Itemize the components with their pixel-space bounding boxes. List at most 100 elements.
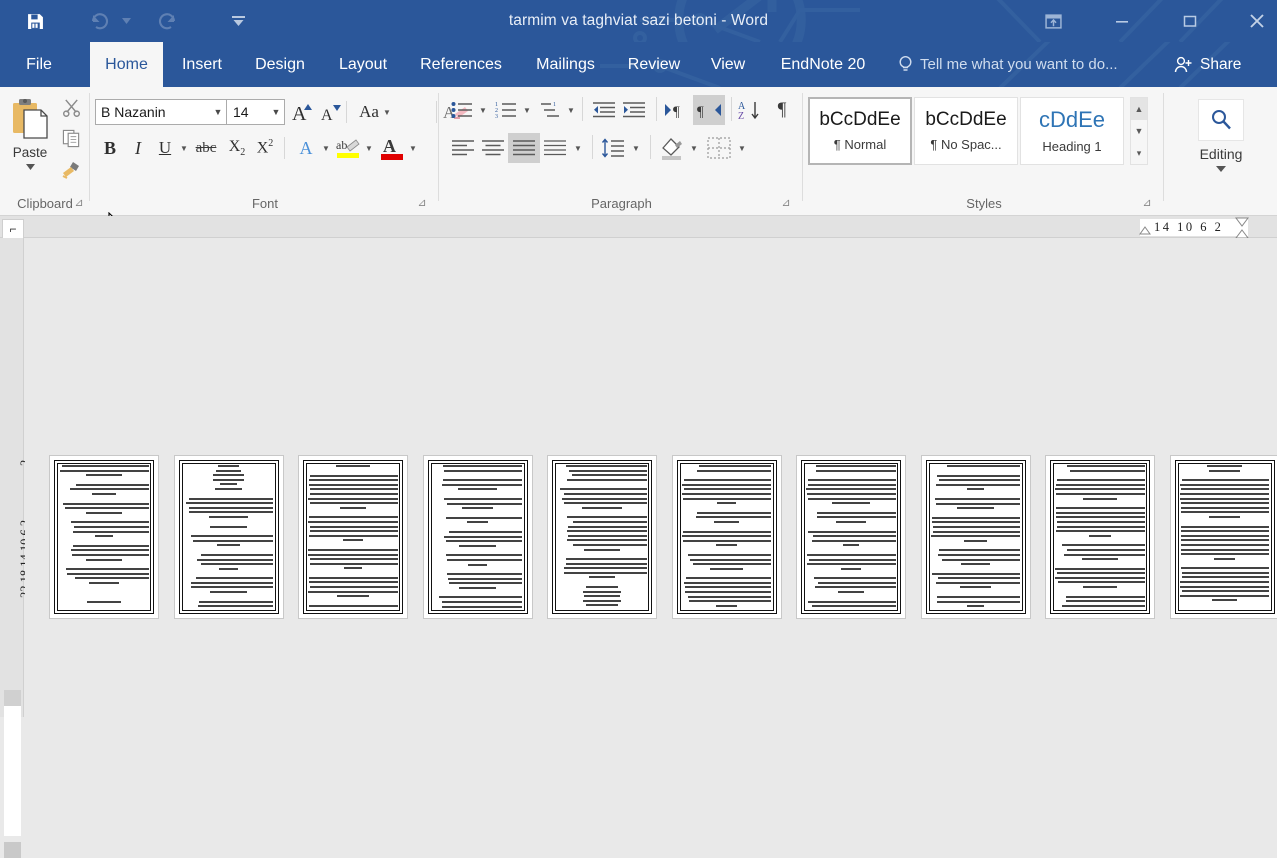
- show-paragraph-marks-button[interactable]: ¶: [768, 97, 796, 123]
- shading-dropdown-button[interactable]: ▼: [687, 135, 701, 161]
- font-name-combobox[interactable]: B Nazanin ▼: [95, 99, 227, 125]
- strikethrough-button[interactable]: abc: [192, 135, 220, 161]
- bullets-dropdown-button[interactable]: ▼: [476, 97, 490, 123]
- numbering-button[interactable]: 1 2 3: [492, 97, 520, 123]
- styles-more-button[interactable]: ▾: [1131, 142, 1147, 164]
- left-to-right-text-button[interactable]: ¶: [662, 97, 692, 123]
- text-effects-button[interactable]: A: [293, 135, 319, 161]
- styles-dialog-launcher[interactable]: ⊿: [1140, 196, 1154, 210]
- cut-button[interactable]: [58, 94, 84, 120]
- right-to-left-text-button[interactable]: ¶: [693, 95, 725, 125]
- underline-dropdown-button[interactable]: ▼: [177, 135, 191, 161]
- numbering-dropdown-button[interactable]: ▼: [520, 97, 534, 123]
- page-thumbnail[interactable]: [175, 456, 283, 618]
- align-dropdown-button[interactable]: ▼: [571, 135, 585, 161]
- tab-mailings[interactable]: Mailings: [523, 42, 608, 87]
- styles-scrollbar[interactable]: ▲ ▼ ▾: [1130, 97, 1148, 165]
- bullets-button[interactable]: [448, 97, 476, 123]
- page-thumbnail[interactable]: [424, 456, 532, 618]
- horizontal-ruler[interactable]: [0, 216, 1277, 238]
- editing-button[interactable]: Editing: [1191, 99, 1251, 179]
- superscript-button[interactable]: X2: [252, 135, 278, 161]
- share-label: Share: [1200, 56, 1241, 74]
- share-button[interactable]: Share: [1163, 42, 1251, 87]
- align-distribute-button[interactable]: [540, 135, 570, 161]
- line-spacing-dropdown-button[interactable]: ▼: [629, 135, 643, 161]
- highlight-dropdown-button[interactable]: ▼: [362, 135, 376, 161]
- copy-button[interactable]: [58, 125, 84, 151]
- styles-scroll-down-button[interactable]: ▼: [1131, 120, 1147, 142]
- align-left-button[interactable]: [448, 135, 478, 161]
- line-spacing-button[interactable]: [598, 135, 628, 161]
- tab-home[interactable]: Home: [90, 42, 163, 87]
- sort-button[interactable]: A Z: [736, 97, 764, 123]
- grow-font-button[interactable]: A: [289, 99, 316, 125]
- format-painter-button[interactable]: [58, 156, 84, 182]
- underline-button[interactable]: U: [152, 135, 178, 161]
- borders-dropdown-button[interactable]: ▼: [735, 135, 749, 161]
- paragraph-dialog-launcher[interactable]: ⊿: [779, 196, 793, 210]
- bold-button[interactable]: B: [97, 135, 123, 161]
- text-effects-dropdown-button[interactable]: ▼: [319, 135, 333, 161]
- paste-button[interactable]: Paste: [4, 93, 56, 187]
- chevron-down-icon: ▼: [409, 144, 417, 153]
- ribbon-display-options-button[interactable]: [1032, 0, 1074, 42]
- page-text-block: [184, 465, 274, 609]
- svg-text:1: 1: [553, 102, 556, 108]
- chevron-down-icon: ▼: [365, 144, 373, 153]
- multilevel-list-button[interactable]: 1: [536, 97, 564, 123]
- maximize-button[interactable]: [1168, 0, 1212, 42]
- style-item-heading-1[interactable]: cDdEe Heading 1: [1020, 97, 1124, 165]
- style-item-normal[interactable]: bCcDdEe ¶ Normal: [808, 97, 912, 165]
- font-name-value: B Nazanin: [96, 104, 210, 120]
- page-thumbnail[interactable]: [1171, 456, 1277, 618]
- page-thumbnail[interactable]: [299, 456, 407, 618]
- align-center-button[interactable]: [478, 135, 508, 161]
- styles-scroll-up-button[interactable]: ▲: [1131, 98, 1147, 120]
- italic-button[interactable]: I: [125, 135, 151, 161]
- style-label: ¶ No Spac...: [930, 137, 1001, 152]
- decrease-indent-button[interactable]: [590, 97, 618, 123]
- change-case-button[interactable]: Aa ▼: [353, 99, 397, 125]
- tab-file[interactable]: File: [12, 42, 66, 87]
- left-to-right-text-icon: ¶: [664, 101, 690, 119]
- font-size-combobox[interactable]: 14 ▼: [227, 99, 285, 125]
- clipboard-dialog-launcher[interactable]: ⊿: [72, 196, 86, 210]
- close-button[interactable]: [1236, 0, 1277, 42]
- tab-insert[interactable]: Insert: [168, 42, 236, 87]
- style-item-no-spacing[interactable]: bCcDdEe ¶ No Spac...: [914, 97, 1018, 165]
- tab-label: Review: [628, 56, 680, 74]
- tab-endnote-20[interactable]: EndNote 20: [765, 42, 881, 87]
- page-thumbnail[interactable]: [548, 456, 656, 618]
- align-justify-button[interactable]: [508, 133, 540, 163]
- page-thumbnail[interactable]: [797, 456, 905, 618]
- tell-me-search[interactable]: Tell me what you want to do...: [898, 42, 1118, 87]
- chevron-down-icon: ▼: [632, 144, 640, 153]
- font-color-button[interactable]: A: [379, 133, 405, 163]
- shrink-font-button[interactable]: A: [318, 99, 344, 125]
- tab-design[interactable]: Design: [242, 42, 318, 87]
- page-thumbnail[interactable]: [1046, 456, 1154, 618]
- page-text-block: [433, 465, 523, 609]
- scissors-icon: [62, 98, 81, 117]
- tab-view[interactable]: View: [699, 42, 757, 87]
- borders-button[interactable]: [704, 133, 734, 163]
- increase-indent-button[interactable]: [620, 97, 648, 123]
- page-text-block: [59, 465, 149, 609]
- tab-stop-selector[interactable]: ⌐: [2, 219, 24, 239]
- minimize-button[interactable]: [1100, 0, 1144, 42]
- subscript-button[interactable]: X2: [224, 135, 250, 161]
- page-thumbnail[interactable]: [50, 456, 158, 618]
- document-canvas[interactable]: [25, 238, 1277, 717]
- page-thumbnail[interactable]: [673, 456, 781, 618]
- vertical-ruler[interactable]: 2 22 18 14 10 6 2: [0, 238, 24, 717]
- multilevel-dropdown-button[interactable]: ▼: [564, 97, 578, 123]
- page-thumbnail[interactable]: [922, 456, 1030, 618]
- font-color-dropdown-button[interactable]: ▼: [406, 135, 420, 161]
- tab-review[interactable]: Review: [617, 42, 691, 87]
- font-dialog-launcher[interactable]: ⊿: [415, 196, 429, 210]
- shading-button[interactable]: [656, 133, 686, 163]
- tab-references[interactable]: References: [405, 42, 517, 87]
- tab-layout[interactable]: Layout: [325, 42, 401, 87]
- text-highlight-button[interactable]: ab: [334, 133, 362, 163]
